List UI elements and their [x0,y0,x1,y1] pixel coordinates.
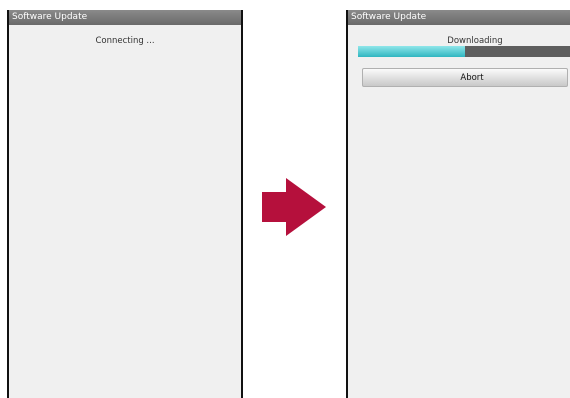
arrow-right-icon [262,178,326,236]
update-flow-figure: Software Update Connecting ... Software … [0,0,570,398]
window-title: Software Update [9,10,241,25]
connecting-status: Connecting ... [95,36,155,46]
downloading-status: Downloading [447,36,503,46]
connecting-screen: Software Update Connecting ... [7,10,243,398]
download-progress-fill [358,46,465,57]
window-title: Software Update [348,10,570,25]
downloading-screen: Software Update Downloading Abort [346,10,570,398]
abort-button[interactable]: Abort [362,68,568,87]
download-progress-bar [358,46,570,57]
